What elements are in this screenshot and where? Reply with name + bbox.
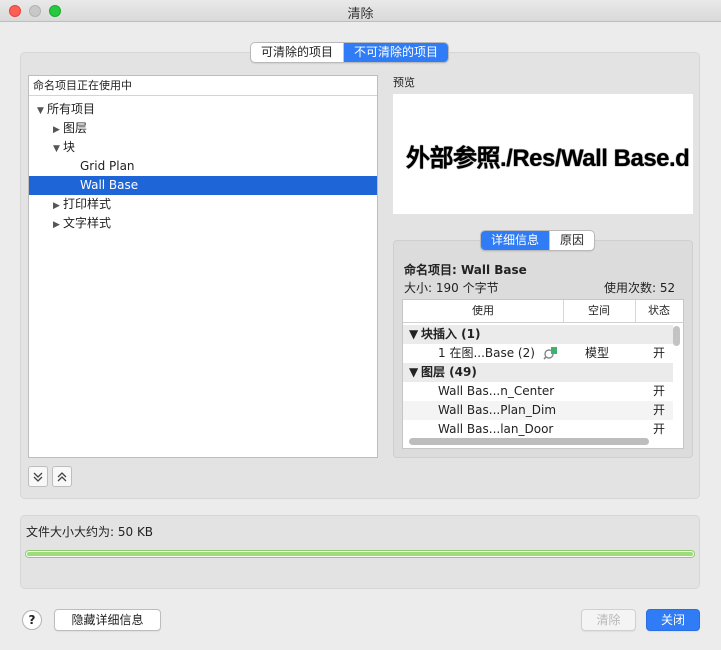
column-header-state[interactable]: 状态 <box>635 300 683 322</box>
table-group-row[interactable]: ▼ 图层 (49) <box>403 363 673 382</box>
collapse-all-button[interactable] <box>52 466 72 487</box>
progress-fill <box>27 552 693 556</box>
tab-non-purgeable[interactable]: 不可清除的项目 <box>343 43 449 62</box>
purge-button[interactable]: 清除 <box>581 609 636 631</box>
table-header: 使用 空间 状态 <box>403 300 683 323</box>
expand-all-icon <box>33 472 43 482</box>
table-group-row[interactable]: ▼ 块插入 (1) <box>403 325 673 344</box>
hide-details-button[interactable]: 隐藏详细信息 <box>54 609 161 631</box>
preview-pane: 外部参照./Res/Wall Base.d <box>393 94 693 214</box>
table-row[interactable]: Wall Bas...Plan_Dim 开 <box>403 401 673 420</box>
usage-cell: Wall Bas...n_Center <box>438 384 555 398</box>
help-button[interactable]: ? <box>22 610 42 630</box>
tab-details[interactable]: 详细信息 <box>481 231 550 250</box>
usage-table: 使用 空间 状态 ▼ 块插入 (1) 1 在图...Base (2) 模型 开 … <box>402 299 684 449</box>
group-label: 块插入 (1) <box>421 327 481 341</box>
preview-label: 预览 <box>393 76 415 89</box>
tree-item-layers[interactable]: ▶ 图层 <box>29 119 377 138</box>
tree-item-label: 打印样式 <box>63 197 112 211</box>
named-items-tree: 命名项目正在使用中 ▼ 所有项目 ▶ 图层 ▼ 块 Grid Plan Wall Ba… <box>28 75 378 458</box>
disclosure-open-icon[interactable]: ▼ <box>409 325 418 344</box>
tree-item-label: Grid Plan <box>80 159 135 173</box>
usage-cell: Wall Bas...lan_Door <box>438 422 554 436</box>
tree-item-label: 图层 <box>63 121 88 135</box>
state-cell: 开 <box>653 403 666 417</box>
window-title: 清除 <box>347 7 374 22</box>
preview-text: 外部参照./Res/Wall Base.d <box>406 145 690 172</box>
named-item-label: 命名项目: Wall Base <box>404 263 527 277</box>
tree-item-wall-base[interactable]: Wall Base <box>29 176 377 195</box>
state-cell: 开 <box>653 384 666 398</box>
column-header-usage[interactable]: 使用 <box>403 300 564 322</box>
usage-cell: Wall Bas...Plan_Dim <box>438 403 557 417</box>
tree-item-label: 文字样式 <box>63 216 112 230</box>
vertical-scrollbar[interactable] <box>673 326 680 346</box>
size-label: 大小: 190 个字节 <box>404 281 499 295</box>
column-header-space[interactable]: 空间 <box>563 300 636 322</box>
usage-count-label: 使用次数: 52 <box>604 281 676 295</box>
tree-item-all-items[interactable]: ▼ 所有项目 <box>29 100 377 119</box>
tree-item-label: 块 <box>63 140 76 154</box>
tree-item-label: Wall Base <box>80 178 139 192</box>
collapse-all-icon <box>57 472 67 482</box>
state-cell: 开 <box>653 422 666 436</box>
table-row[interactable]: Wall Bas...n_Center 开 <box>403 382 673 401</box>
group-label: 图层 (49) <box>421 365 477 379</box>
state-cell: 开 <box>653 346 666 360</box>
tree-header: 命名项目正在使用中 <box>29 76 377 96</box>
expand-all-button[interactable] <box>28 466 48 487</box>
tree-item-blocks[interactable]: ▼ 块 <box>29 138 377 157</box>
tree-item-grid-plan[interactable]: Grid Plan <box>29 157 377 176</box>
disclosure-open-icon[interactable]: ▼ <box>409 363 418 382</box>
horizontal-scrollbar[interactable] <box>409 438 649 445</box>
table-row[interactable]: Wall Bas...lan_Door 开 <box>403 420 673 439</box>
tree-item-plot-styles[interactable]: ▶ 打印样式 <box>29 195 377 214</box>
detail-tabs: 详细信息 原因 <box>480 230 596 251</box>
usage-cell: 1 在图...Base (2) <box>438 346 535 360</box>
space-cell: 模型 <box>585 346 610 360</box>
purge-mode-tabs: 可清除的项目 不可清除的项目 <box>250 42 450 63</box>
tab-reason[interactable]: 原因 <box>549 231 594 250</box>
tree-item-label: 所有项目 <box>47 102 96 116</box>
disclosure-closed-icon[interactable]: ▶ <box>53 216 63 235</box>
close-button[interactable]: 关闭 <box>646 609 700 631</box>
tree-item-text-styles[interactable]: ▶ 文字样式 <box>29 214 377 233</box>
table-row[interactable]: 1 在图...Base (2) 模型 开 <box>403 344 673 363</box>
tab-purgeable[interactable]: 可清除的项目 <box>251 43 343 62</box>
file-size-progress <box>25 550 695 558</box>
file-size-label: 文件大小大约为: 50 KB <box>26 525 154 539</box>
